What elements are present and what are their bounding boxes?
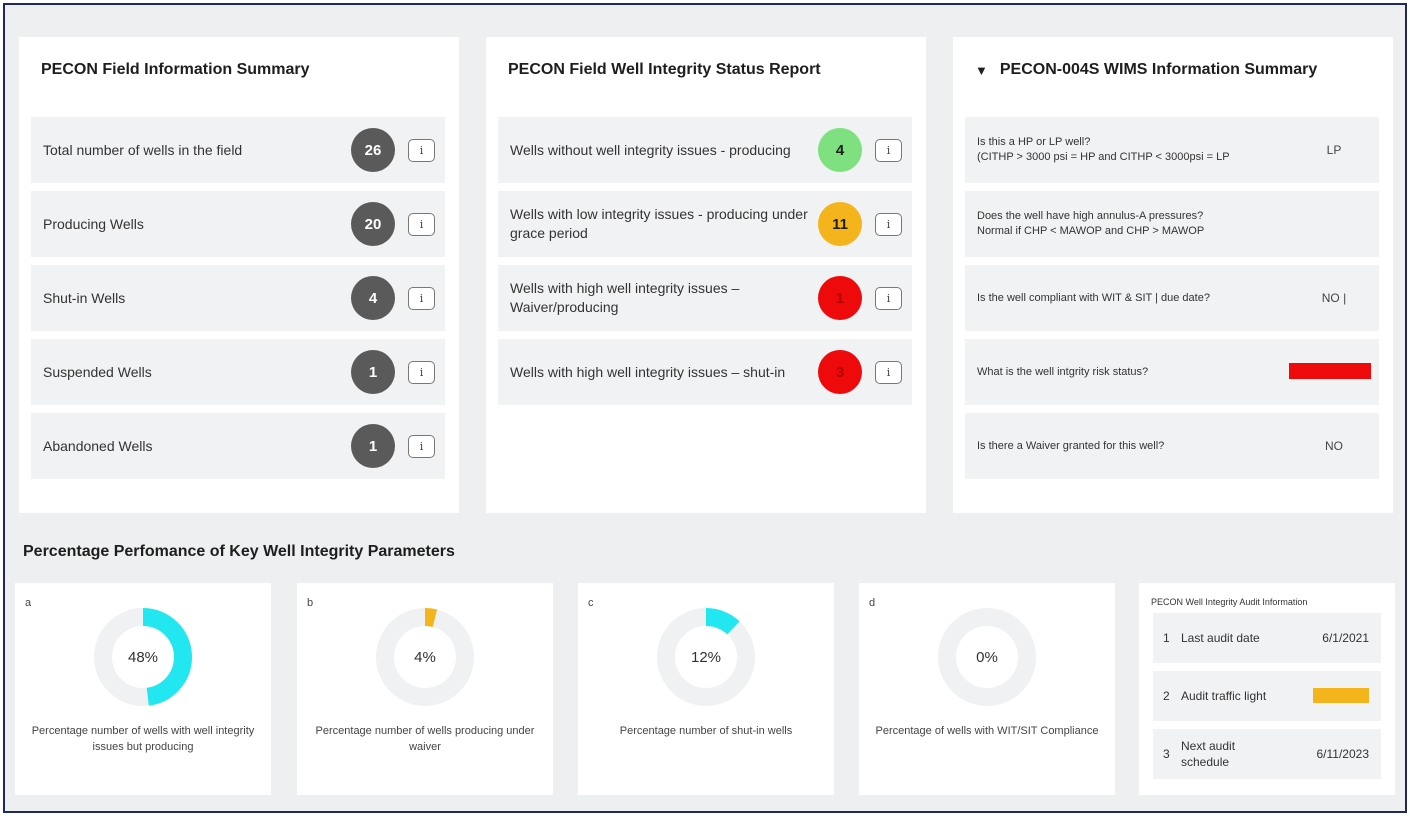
audit-row-number: 3 [1163, 747, 1170, 761]
donut-card: a 48% Percentage number of wells with we… [15, 583, 271, 795]
donut-percent: 0% [976, 648, 998, 666]
audit-row-value: 6/11/2023 [1316, 747, 1370, 761]
donut-card: c 12% Percentage number of shut-in wells [578, 583, 834, 795]
count-badge: 20 [351, 202, 395, 246]
field-summary-row: Producing Wells 20 i [31, 191, 445, 257]
status-label: Wells without well integrity issues - pr… [510, 141, 791, 158]
field-summary-row: Shut-in Wells 4 i [31, 265, 445, 331]
field-summary-card: PECON Field Information Summary Total nu… [19, 37, 459, 513]
audit-row-label: Last audit date [1181, 631, 1260, 645]
wims-answer [1289, 191, 1379, 257]
status-badge: 3 [818, 350, 862, 394]
count-badge: 4 [351, 276, 395, 320]
field-summary-label: Total number of wells in the field [43, 141, 243, 158]
audit-row-value: 6/1/2021 [1322, 631, 1369, 645]
audit-traffic-light [1313, 688, 1369, 703]
donut-letter: a [25, 597, 32, 609]
dashboard-frame: PECON Field Information Summary Total nu… [3, 3, 1407, 813]
info-button[interactable]: i [408, 287, 435, 310]
donut-caption: Percentage number of wells producing und… [315, 725, 535, 753]
field-summary-row: Total number of wells in the field 26 i [31, 117, 445, 183]
wims-answer: NO [1325, 439, 1343, 453]
count-badge: 1 [351, 424, 395, 468]
status-badge: 4 [818, 128, 862, 172]
info-button[interactable]: i [875, 287, 902, 310]
wims-question-row: Does the well have high annulus-A pressu… [965, 191, 1379, 257]
count-badge: 1 [351, 350, 395, 394]
field-summary-label: Suspended Wells [43, 363, 152, 380]
field-summary-row: Suspended Wells 1 i [31, 339, 445, 405]
status-row: Wells with high well integrity issues – … [498, 265, 912, 331]
audit-card: PECON Well Integrity Audit Information 1… [1139, 583, 1395, 795]
wims-summary-card: ▼ PECON-004S WIMS Information Summary Is… [953, 37, 1393, 513]
info-button[interactable]: i [875, 361, 902, 384]
wims-question: What is the well intgrity risk status? [977, 365, 1149, 378]
wims-question: Does the well have high annulus-A pressu… [977, 210, 1205, 237]
status-label: Wells with high well integrity issues – … [510, 363, 786, 380]
field-summary-title: PECON Field Information Summary [41, 61, 310, 78]
donut-percent: 12% [690, 648, 722, 666]
status-badge: 1 [818, 276, 862, 320]
wims-answer: LP [1326, 143, 1342, 157]
status-row: Wells with low integrity issues - produc… [498, 191, 912, 257]
collapse-triangle-icon[interactable]: ▼ [975, 63, 988, 78]
audit-row: 3 Next audit schedule 6/11/2023 [1153, 729, 1381, 779]
info-button[interactable]: i [875, 139, 902, 162]
status-label: Wells with high well integrity issues – … [510, 280, 740, 315]
audit-row: 2 Audit traffic light [1153, 671, 1381, 721]
donut-letter: b [307, 597, 314, 609]
wims-question-row: What is the well intgrity risk status? [965, 339, 1379, 405]
wims-question: Is there a Waiver granted for this well? [977, 439, 1165, 452]
donut-card: b 4% Percentage number of wells producin… [297, 583, 553, 795]
status-report-title: PECON Field Well Integrity Status Report [508, 61, 821, 78]
info-button[interactable]: i [875, 213, 902, 236]
audit-row-label: Next audit schedule [1181, 739, 1236, 769]
count-badge: 26 [351, 128, 395, 172]
audit-title: PECON Well Integrity Audit Information [1151, 597, 1308, 607]
wims-question-row: Is this a HP or LP well? (CITHP > 3000 p… [965, 117, 1379, 183]
donut-percent: 48% [127, 648, 159, 666]
donut-caption: Percentage number of wells with well int… [31, 725, 255, 753]
audit-row-number: 1 [1163, 631, 1170, 645]
audit-row: 1 Last audit date 6/1/2021 [1153, 613, 1381, 663]
donut-caption: Percentage of wells with WIT/SIT Complia… [875, 725, 1099, 737]
status-row: Wells with high well integrity issues – … [498, 339, 912, 405]
status-report-card: PECON Field Well Integrity Status Report… [486, 37, 926, 513]
field-summary-row: Abandoned Wells 1 i [31, 413, 445, 479]
performance-section-title: Percentage Perfomance of Key Well Integr… [23, 543, 455, 560]
audit-row-number: 2 [1163, 689, 1170, 703]
field-summary-label: Producing Wells [43, 215, 144, 232]
info-button[interactable]: i [408, 361, 435, 384]
info-button[interactable]: i [408, 435, 435, 458]
donut-letter: c [588, 597, 594, 609]
donut-card: d 0% Percentage of wells with WIT/SIT Co… [859, 583, 1115, 795]
donut-percent: 4% [414, 648, 436, 666]
risk-status-indicator [1289, 363, 1371, 379]
status-badge: 11 [818, 202, 862, 246]
wims-summary-header[interactable]: ▼ PECON-004S WIMS Information Summary [975, 61, 1317, 79]
field-summary-label: Abandoned Wells [43, 437, 153, 454]
wims-answer: NO | [1321, 291, 1347, 305]
wims-question: Is this a HP or LP well? (CITHP > 3000 p… [977, 136, 1230, 163]
field-summary-label: Shut-in Wells [43, 289, 126, 306]
status-label: Wells with low integrity issues - produc… [510, 206, 808, 241]
audit-row-label: Audit traffic light [1181, 689, 1267, 703]
wims-question: Is the well compliant with WIT & SIT | d… [977, 291, 1210, 304]
wims-question-row: Is the well compliant with WIT & SIT | d… [965, 265, 1379, 331]
info-button[interactable]: i [408, 139, 435, 162]
info-button[interactable]: i [408, 213, 435, 236]
wims-question-row: Is there a Waiver granted for this well?… [965, 413, 1379, 479]
donut-caption: Percentage number of shut-in wells [619, 725, 793, 737]
donut-letter: d [869, 597, 876, 609]
wims-summary-title: PECON-004S WIMS Information Summary [999, 61, 1318, 78]
status-row: Wells without well integrity issues - pr… [498, 117, 912, 183]
